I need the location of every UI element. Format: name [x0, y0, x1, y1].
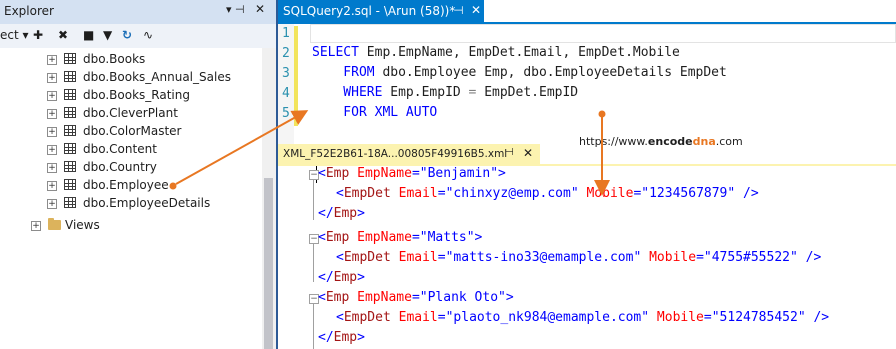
arrow-query-to-result: [594, 110, 610, 196]
annotation-arrows: [169, 110, 610, 196]
arrow-employee-to-query: [169, 110, 309, 190]
